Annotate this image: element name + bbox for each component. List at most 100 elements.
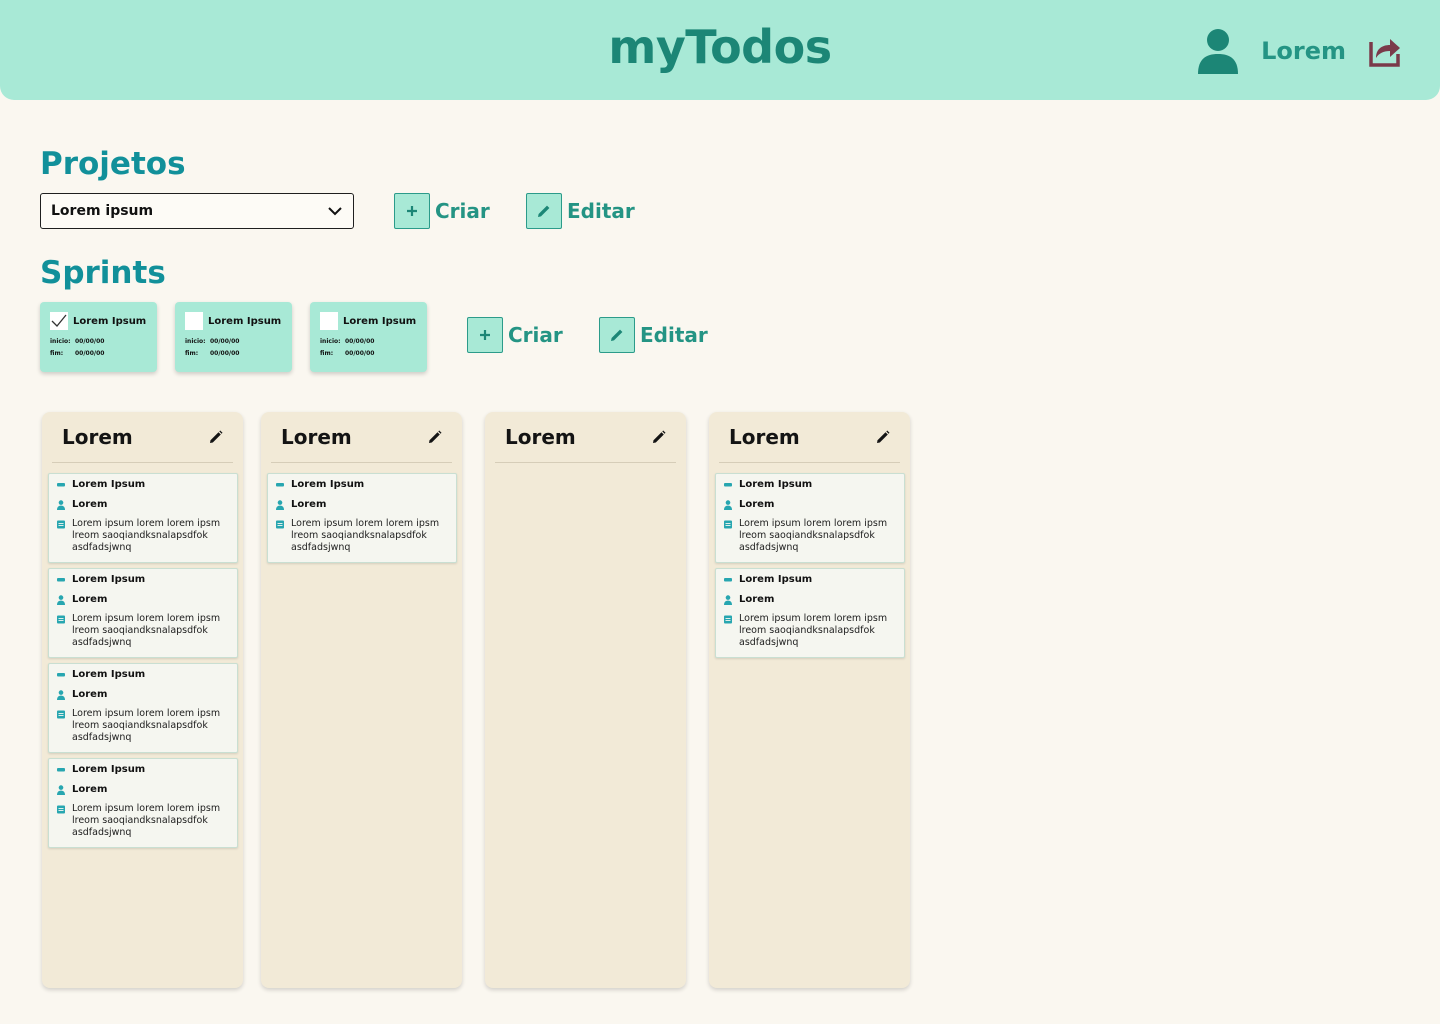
assignee-icon (57, 785, 65, 795)
column-title: Lorem (281, 425, 352, 449)
pencil-icon[interactable] (652, 430, 666, 444)
column-cards: Lorem Ipsum Lorem Lorem ipsum lorem lorem … (42, 463, 243, 848)
create-sprint-square[interactable] (467, 317, 503, 353)
task-card[interactable]: Lorem Ipsum Lorem Lorem ipsum lorem lorem … (48, 473, 238, 563)
sprint-checkbox[interactable] (50, 312, 68, 330)
sprint-checkbox[interactable] (185, 312, 203, 330)
task-card[interactable]: Lorem Ipsum Lorem Lorem ipsum lorem lorem … (48, 758, 238, 848)
task-description: Lorem ipsum lorem lorem ipsm lreom saoqi… (291, 518, 440, 553)
task-title: Lorem Ipsum (739, 574, 813, 585)
edit-sprint-label[interactable]: Editar (640, 323, 708, 347)
task-assignee: Lorem (72, 499, 108, 510)
task-description: Lorem ipsum lorem lorem ipsm lreom saoqi… (72, 613, 221, 648)
pencil-icon[interactable] (209, 430, 223, 444)
task-assignee: Lorem (739, 499, 775, 510)
assignee-icon (57, 690, 65, 700)
description-icon (57, 614, 65, 624)
sprint-card[interactable]: Lorem Ipsum inicio: 00/00/00 fim: 00/00/00 (40, 302, 157, 372)
sprint-end-date: 00/00/00 (75, 350, 105, 357)
description-icon (724, 614, 732, 624)
task-title-icon (276, 480, 284, 490)
column-header: Lorem (719, 412, 900, 463)
task-title-icon (57, 670, 65, 680)
create-sprint-label[interactable]: Criar (508, 323, 563, 347)
sprint-start-label: inicio: (50, 338, 71, 345)
create-project-square[interactable] (394, 193, 430, 229)
create-project-button[interactable]: Criar (394, 193, 490, 229)
task-title-icon (57, 480, 65, 490)
pencil-icon[interactable] (876, 430, 890, 444)
assignee-icon (57, 500, 65, 510)
sprint-checkbox[interactable] (320, 312, 338, 330)
task-title-icon (724, 575, 732, 585)
board-column: Lorem Lorem Ipsum Lorem Lorem ipsum lorem l… (261, 412, 462, 988)
user-area: Lorem (1197, 26, 1402, 76)
edit-project-label[interactable]: Editar (567, 199, 635, 223)
logout-icon[interactable] (1368, 34, 1402, 68)
task-description: Lorem ipsum lorem lorem ipsm lreom saoqi… (72, 708, 221, 743)
user-name[interactable]: Lorem (1261, 37, 1346, 65)
task-title-icon (724, 480, 732, 490)
sprint-card[interactable]: Lorem Ipsum inicio: 00/00/00 fim: 00/00/00 (310, 302, 427, 372)
plus-icon (407, 206, 417, 216)
column-header: Lorem (271, 412, 452, 463)
projects-section-title: Projetos (40, 146, 186, 182)
sprint-start-date: 00/00/00 (210, 338, 240, 345)
task-card[interactable]: Lorem Ipsum Lorem Lorem ipsum lorem lorem … (48, 663, 238, 753)
task-title-icon (57, 575, 65, 585)
task-description: Lorem ipsum lorem lorem ipsm lreom saoqi… (72, 518, 221, 553)
create-sprint-button[interactable]: Criar (467, 317, 563, 353)
edit-sprint-square[interactable] (599, 317, 635, 353)
plus-icon (480, 330, 490, 340)
column-cards: Lorem Ipsum Lorem Lorem ipsum lorem lorem … (709, 463, 910, 658)
top-header: myTodos Lorem (0, 0, 1440, 100)
sprint-end-label: fim: (50, 350, 64, 357)
checkmark-icon (51, 314, 67, 327)
sprint-start-date: 00/00/00 (345, 338, 375, 345)
project-select[interactable]: Lorem ipsum (40, 193, 354, 229)
task-card[interactable]: Lorem Ipsum Lorem Lorem ipsum lorem lorem … (48, 568, 238, 658)
task-description: Lorem ipsum lorem lorem ipsm lreom saoqi… (739, 613, 888, 648)
task-assignee: Lorem (72, 689, 108, 700)
description-icon (724, 519, 732, 529)
sprint-card[interactable]: Lorem Ipsum inicio: 00/00/00 fim: 00/00/00 (175, 302, 292, 372)
description-icon (276, 519, 284, 529)
assignee-icon (276, 500, 284, 510)
sprint-end-label: fim: (185, 350, 199, 357)
sprint-name: Lorem Ipsum (343, 315, 417, 327)
create-project-label[interactable]: Criar (435, 199, 490, 223)
edit-sprint-button[interactable]: Editar (599, 317, 708, 353)
task-card[interactable]: Lorem Ipsum Lorem Lorem ipsum lorem lorem … (267, 473, 457, 563)
task-card[interactable]: Lorem Ipsum Lorem Lorem ipsum lorem lorem … (715, 568, 905, 658)
board-column: Lorem (485, 412, 686, 988)
task-title: Lorem Ipsum (72, 669, 146, 680)
task-assignee: Lorem (291, 499, 327, 510)
sprint-end-date: 00/00/00 (345, 350, 375, 357)
description-icon (57, 804, 65, 814)
column-cards: Lorem Ipsum Lorem Lorem ipsum lorem lorem … (261, 463, 462, 563)
user-icon[interactable] (1197, 28, 1239, 74)
project-select-value: Lorem ipsum (51, 203, 154, 219)
task-card[interactable]: Lorem Ipsum Lorem Lorem ipsum lorem lorem … (715, 473, 905, 563)
edit-project-button[interactable]: Editar (526, 193, 635, 229)
edit-project-square[interactable] (526, 193, 562, 229)
task-title: Lorem Ipsum (72, 764, 146, 775)
assignee-icon (724, 500, 732, 510)
sprints-section-title: Sprints (40, 255, 166, 291)
sprint-start-date: 00/00/00 (75, 338, 105, 345)
task-title: Lorem Ipsum (72, 574, 146, 585)
sprint-name: Lorem Ipsum (208, 315, 282, 327)
sprint-end-label: fim: (320, 350, 334, 357)
task-title-icon (57, 765, 65, 775)
column-title: Lorem (505, 425, 576, 449)
task-title: Lorem Ipsum (739, 479, 813, 490)
column-title: Lorem (62, 425, 133, 449)
column-cards (485, 463, 686, 473)
pencil-icon[interactable] (428, 430, 442, 444)
board-column: Lorem Lorem Ipsum Lorem Lorem ipsum lorem l… (42, 412, 243, 988)
task-assignee: Lorem (739, 594, 775, 605)
task-description: Lorem ipsum lorem lorem ipsm lreom saoqi… (739, 518, 888, 553)
sprint-start-label: inicio: (320, 338, 341, 345)
task-assignee: Lorem (72, 594, 108, 605)
task-title: Lorem Ipsum (291, 479, 365, 490)
